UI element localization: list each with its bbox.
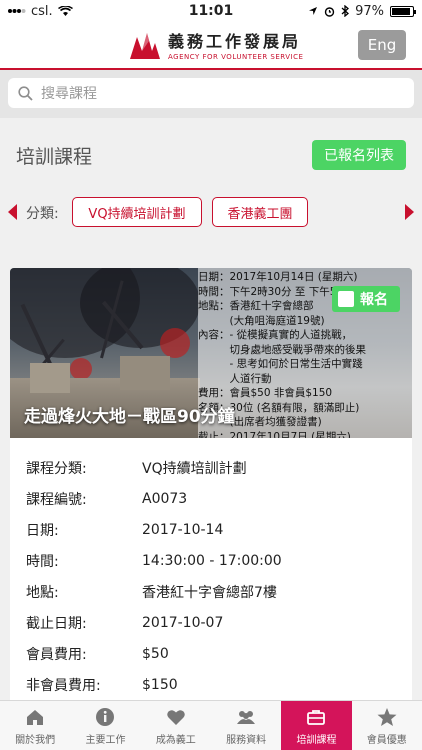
bottom-tab-bar: 關於我們 主要工作 成為義工 服務資料 培訓課程 會員優惠 [0, 700, 422, 750]
detail-value: VQ持續培訓計劃 [142, 460, 247, 477]
banner-red-blot [70, 358, 92, 380]
detail-row: 課程分類: VQ持續培訓計劃 [26, 452, 396, 483]
info-icon [96, 707, 115, 726]
poster-line: 人道行動 [198, 372, 272, 385]
language-toggle-button[interactable]: Eng [358, 30, 406, 60]
detail-label: 課程分類: [26, 460, 87, 477]
enroll-label: 報名 [360, 292, 388, 308]
banner-ruins [120, 356, 170, 390]
tab-label: 成為義工 [155, 734, 196, 746]
status-bar: csl. 11:01 97% [0, 0, 422, 22]
course-banner[interactable]: 日期：2017年10月14日 (星期六) 時間：下午2時30分 至 下午5時 地點：… [10, 268, 412, 438]
course-card[interactable]: 日期：2017年10月14日 (星期六) 時間：下午2時30分 至 下午5時 地點：… [10, 268, 412, 718]
tab-info[interactable]: 主要工作 [70, 701, 140, 750]
poster-line: 日期：2017年10月14日 (星期六) [198, 271, 358, 283]
search-bar: 搜尋課程 [0, 70, 422, 118]
checkbox-icon [338, 291, 354, 307]
star-icon [377, 707, 397, 726]
tab-star[interactable]: 會員優惠 [352, 701, 422, 750]
tab-briefcase[interactable]: 培訓課程 [281, 701, 352, 750]
poster-line: 截止：2017年10月7日 (星期六) [198, 430, 351, 439]
category-chip-hk-volunteer[interactable]: 香港義工團 [212, 197, 308, 227]
agency-logo[interactable]: 義務工作發展局 AGENCY FOR VOLUNTEER SERVICE [128, 28, 303, 61]
enroll-button[interactable]: 報名 [332, 286, 400, 312]
search-input[interactable]: 搜尋課程 [8, 78, 414, 108]
detail-label: 日期: [26, 522, 59, 539]
poster-line: 切身處地感受戰爭帶來的後果 [198, 343, 366, 356]
tab-home[interactable]: 關於我們 [0, 701, 70, 750]
heart-icon [167, 709, 185, 725]
poster-line: 內容：- 從模擬真實的人道挑戰， [198, 329, 353, 341]
filter-label: 分類: [26, 206, 59, 222]
detail-value: $150 [142, 676, 178, 693]
course-details: 課程分類: VQ持續培訓計劃課程編號: A0073 日期: 2017-10-14 時間: 1… [10, 438, 412, 700]
detail-value: 2017-10-14 [142, 521, 224, 538]
detail-row: 截止日期: 2017-10-07 [26, 607, 396, 638]
category-chip-vq[interactable]: VQ持續培訓計劃 [72, 197, 202, 227]
detail-row: 日期: 2017-10-14 [26, 514, 396, 545]
scroll-left-arrow-icon[interactable] [8, 204, 17, 220]
poster-line: - 思考如何於日常生活中實踐 [198, 358, 363, 370]
poster-line: (大角咀海庭道19號) [198, 314, 325, 327]
logo-text-en: AGENCY FOR VOLUNTEER SERVICE [168, 53, 304, 61]
briefcase-icon [307, 709, 326, 725]
logo-text-cn: 義務工作發展局 [168, 32, 302, 51]
search-icon [18, 85, 33, 101]
detail-value: 香港紅十字會總部7樓 [142, 584, 277, 601]
category-filter: 分類: VQ持續培訓計劃 香港義工團 [0, 196, 422, 230]
course-title: 走過烽火大地－戰區90分鐘 [24, 407, 235, 427]
page-title: 培訓課程 [16, 146, 93, 168]
detail-value: 14:30:00 - 17:00:00 [142, 552, 282, 569]
detail-label: 截止日期: [26, 615, 87, 632]
logo-mark-icon [130, 32, 160, 59]
logo-text: 義務工作發展局 AGENCY FOR VOLUNTEER SERVICE [168, 28, 303, 61]
tab-label: 服務資料 [226, 734, 267, 746]
detail-label: 非會員費用: [26, 677, 101, 694]
home-icon [27, 709, 44, 725]
detail-label: 時間: [26, 553, 59, 570]
tab-label: 會員優惠 [366, 734, 407, 746]
battery-icon [390, 5, 416, 17]
detail-row: 地點: 香港紅十字會總部7樓 [26, 576, 396, 607]
tab-people[interactable]: 服務資料 [211, 701, 281, 750]
banner-red-blot [160, 328, 190, 358]
detail-row: 課程編號: A0073 [26, 483, 396, 514]
detail-value: A0073 [142, 490, 188, 507]
search-placeholder: 搜尋課程 [41, 86, 97, 102]
status-time: 11:01 [188, 3, 234, 19]
detail-label: 課程編號: [26, 491, 87, 508]
detail-row: 會員費用: $50 [26, 638, 396, 669]
scroll-right-arrow-icon[interactable] [405, 204, 414, 220]
detail-label: 會員費用: [26, 646, 87, 663]
registered-list-button[interactable]: 已報名列表 [312, 140, 406, 170]
detail-row: 時間: 14:30:00 - 17:00:00 [26, 545, 396, 576]
tab-label: 關於我們 [15, 734, 56, 746]
section-header: 培訓課程 已報名列表 [0, 130, 422, 180]
tab-heart[interactable]: 成為義工 [141, 701, 211, 750]
detail-value: $50 [142, 645, 169, 662]
banner-ruins [30, 363, 70, 393]
tab-label: 主要工作 [85, 734, 126, 746]
detail-value: 2017-10-07 [142, 614, 224, 631]
detail-label: 地點: [26, 584, 59, 601]
poster-line: 費用：會員$50 非會員$150 [198, 387, 333, 399]
people-icon [237, 710, 256, 724]
tab-label: 培訓課程 [296, 734, 337, 746]
detail-row: 非會員費用: $150 [26, 669, 396, 700]
app-header: 義務工作發展局 AGENCY FOR VOLUNTEER SERVICE Eng [0, 22, 422, 70]
